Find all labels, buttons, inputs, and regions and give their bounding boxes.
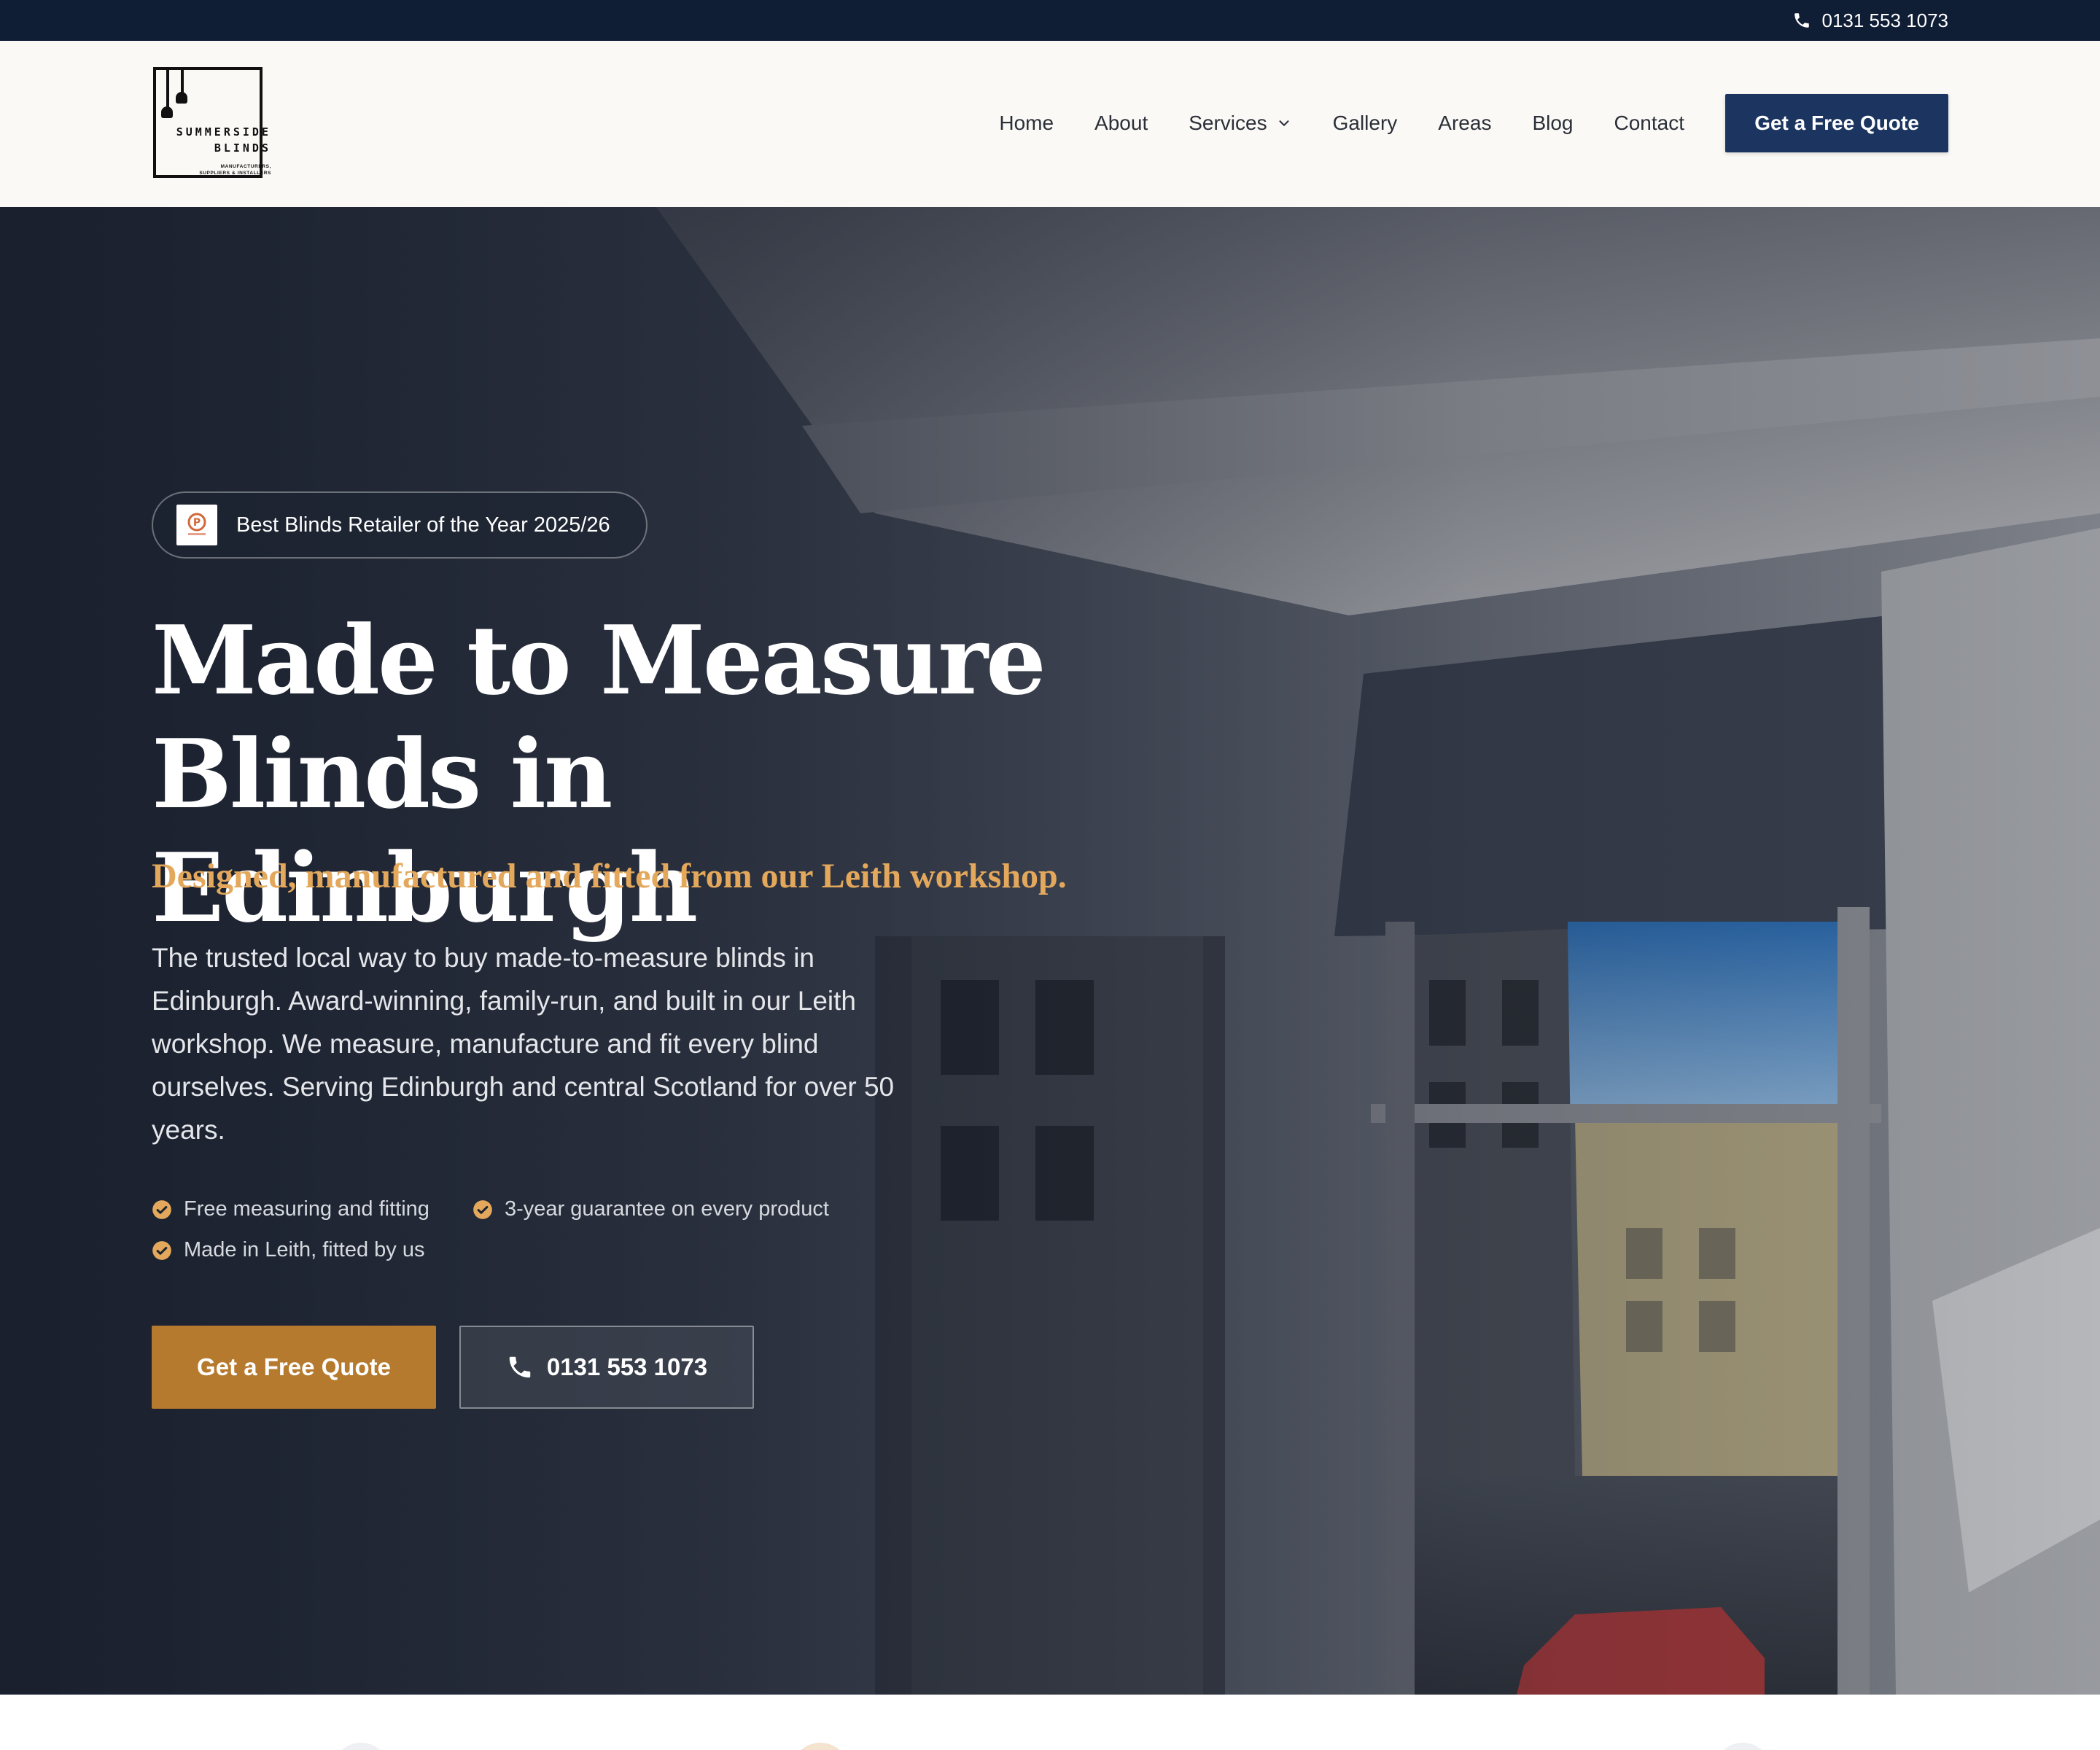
- logo-pendant-right: [176, 92, 187, 104]
- top-utility-bar: 0131 553 1073: [0, 0, 2100, 41]
- hero-quote-button[interactable]: Get a Free Quote: [152, 1326, 436, 1409]
- main-nav: Home About Services Gallery Areas Blog C…: [999, 93, 1948, 153]
- nav-about-label[interactable]: About: [1094, 112, 1148, 135]
- hero-call-button-label[interactable]: 0131 553 1073: [547, 1353, 707, 1381]
- logo-cord-left: [166, 67, 169, 109]
- feature-text: Free measuring and fitting: [184, 1197, 429, 1221]
- feature-icon-circle: [332, 1743, 390, 1750]
- award-badge: P Best Blinds Retailer of the Year 2025/…: [152, 491, 648, 559]
- feature-text: 3-year guarantee on every product: [505, 1197, 829, 1221]
- nav-gallery[interactable]: Gallery: [1333, 112, 1398, 135]
- summerside-blinds-logo[interactable]: SUMMERSIDE BLINDS MANUFACTURERS, SUPPLIE…: [152, 64, 271, 185]
- nav-services-label[interactable]: Services: [1189, 112, 1267, 135]
- header-quote-button[interactable]: Get a Free Quote: [1725, 94, 1948, 152]
- logo-cord-right: [181, 67, 184, 95]
- logo-frame: [153, 67, 262, 178]
- feature-text: Made in Leith, fitted by us: [184, 1238, 425, 1261]
- feature-icon-circle: [791, 1743, 849, 1750]
- logo-tagline: MANUFACTURERS, SUPPLIERS & INSTALLERS: [174, 163, 271, 176]
- svg-text:P: P: [193, 517, 201, 529]
- nav-contact[interactable]: Contact: [1614, 112, 1685, 135]
- feature-item-leith: Made in Leith, fitted by us: [152, 1238, 424, 1262]
- hero-call-button[interactable]: 0131 553 1073: [459, 1326, 754, 1409]
- hero-description: The trusted local way to buy made-to-mea…: [152, 943, 895, 1145]
- site-header: SUMMERSIDE BLINDS MANUFACTURERS, SUPPLIE…: [0, 41, 2100, 207]
- feature-item-guarantee: 3-year guarantee on every product: [472, 1197, 829, 1221]
- feature-icon-circle: [1714, 1743, 1772, 1750]
- nav-blog[interactable]: Blog: [1532, 112, 1573, 135]
- hero-section: P Best Blinds Retailer of the Year 2025/…: [0, 207, 2100, 1695]
- hero-title-line1: Made to Measure: [152, 604, 1046, 716]
- below-hero-strip: [0, 1695, 2100, 1750]
- check-badge-icon: [152, 1240, 171, 1260]
- hero-subtitle: Designed, manufactured and fitted from o…: [152, 857, 1067, 895]
- nav-blog-label[interactable]: Blog: [1532, 112, 1573, 135]
- check-badge-icon: [473, 1199, 492, 1219]
- feature-item-measuring: Free measuring and fitting: [152, 1197, 429, 1221]
- topbar-phone-link[interactable]: 0131 553 1073: [1792, 0, 1948, 41]
- nav-areas[interactable]: Areas: [1438, 112, 1491, 135]
- hero-title-line2: Blinds in Edinburgh: [152, 718, 698, 944]
- check-badge-icon: [152, 1199, 171, 1219]
- logo-tagline-line2: SUPPLIERS & INSTALLERS: [199, 171, 271, 176]
- nav-areas-label[interactable]: Areas: [1438, 112, 1491, 135]
- nav-contact-label[interactable]: Contact: [1614, 112, 1685, 135]
- nav-about[interactable]: About: [1094, 112, 1148, 135]
- logo-name-line1: SUMMERSIDE: [176, 125, 271, 139]
- topbar-phone-number[interactable]: 0131 553 1073: [1821, 9, 1948, 32]
- chevron-down-icon[interactable]: [1276, 115, 1292, 131]
- logo-name-line2: BLINDS: [214, 141, 271, 155]
- award-logo-icon: P: [176, 505, 217, 545]
- nav-home-label[interactable]: Home: [999, 112, 1054, 135]
- nav-home[interactable]: Home: [999, 112, 1054, 135]
- award-badge-text: Best Blinds Retailer of the Year 2025/26: [236, 513, 610, 537]
- nav-services[interactable]: Services: [1189, 112, 1291, 135]
- logo-pendant-left: [161, 106, 173, 118]
- logo-tagline-line1: MANUFACTURERS,: [220, 164, 271, 169]
- phone-icon: [509, 1356, 531, 1378]
- phone-icon: [1794, 13, 1810, 28]
- logo-wordmark: SUMMERSIDE BLINDS: [169, 124, 271, 156]
- nav-gallery-label[interactable]: Gallery: [1333, 112, 1398, 135]
